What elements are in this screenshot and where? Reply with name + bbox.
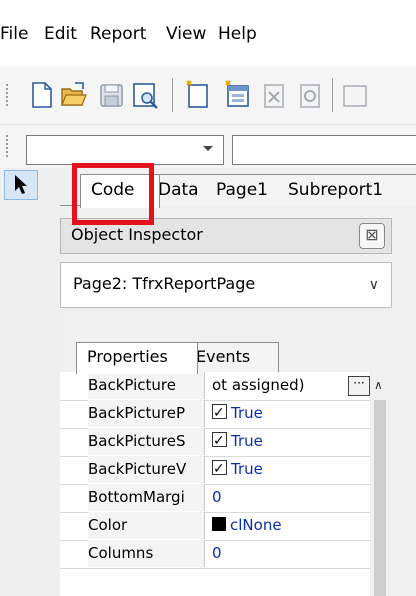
property-name: BackPicture — [88, 372, 205, 399]
scroll-up-icon[interactable]: ∧ — [374, 378, 383, 392]
tab-page1-label: Page1 — [216, 180, 268, 200]
object-inspector: Object Inspector ⊠ Page2: TfrxReportPage… — [60, 206, 416, 596]
color-swatch — [212, 516, 226, 531]
checkbox-checked-icon[interactable] — [212, 400, 227, 427]
open-folder-icon[interactable] — [58, 80, 88, 110]
close-icon[interactable]: ⊠ — [359, 223, 385, 249]
inspector-tabs: Properties Events — [60, 342, 390, 374]
style-combobox[interactable] — [26, 135, 224, 165]
toolbar-grip[interactable] — [6, 84, 11, 106]
tab-subreport1[interactable]: Subreport1 — [278, 174, 416, 207]
tab-subreport1-label: Subreport1 — [288, 180, 384, 200]
property-row[interactable]: BackPicture ot assigned) ··· — [60, 372, 370, 401]
tab-properties[interactable]: Properties — [76, 342, 198, 374]
page-settings-icon[interactable] — [294, 80, 324, 110]
property-name: BackPictureS — [88, 428, 205, 455]
tool-sidebar — [0, 168, 60, 596]
ellipsis-button[interactable]: ··· — [348, 376, 370, 396]
property-value: clNone — [230, 516, 282, 534]
menu-file[interactable]: File — [0, 22, 28, 46]
font-combobox[interactable] — [232, 135, 416, 165]
property-name: Color — [88, 512, 205, 539]
property-scrollbar[interactable]: ∧ — [370, 372, 390, 596]
property-value[interactable]: 0 — [212, 540, 370, 567]
property-row[interactable]: BackPictureV True — [60, 456, 370, 485]
property-value: True — [231, 432, 263, 450]
toolbar-grip[interactable] — [6, 135, 11, 157]
property-row[interactable]: BottomMargi 0 — [60, 484, 370, 513]
tab-page1[interactable]: Page1 — [206, 174, 289, 207]
inspector-title: Object Inspector — [71, 225, 203, 244]
tab-properties-label: Properties — [87, 347, 168, 366]
selected-object: Page2: TfrxReportPage — [73, 274, 256, 293]
chevron-down-icon — [203, 146, 213, 151]
property-row[interactable]: Color clNone — [60, 512, 370, 541]
code-tab-highlight — [72, 163, 154, 225]
menu-report[interactable]: Report — [90, 22, 146, 46]
chevron-down-icon[interactable]: ∨ — [369, 277, 379, 293]
checkbox-checked-icon[interactable] — [212, 428, 227, 455]
cursor-arrow-icon — [15, 175, 27, 194]
new-page-icon[interactable] — [26, 80, 56, 110]
property-row[interactable]: Columns 0 — [60, 540, 370, 569]
menu-view[interactable]: View — [166, 22, 206, 46]
property-row[interactable]: BackPictureP True — [60, 400, 370, 429]
property-value: True — [231, 460, 263, 478]
property-value-cell[interactable]: True — [212, 456, 370, 483]
tab-events[interactable]: Events — [186, 342, 279, 373]
property-name: Columns — [88, 540, 205, 567]
select-tool-button[interactable] — [4, 170, 38, 200]
tab-data-label: Data — [158, 180, 199, 200]
toolbar-separator — [172, 78, 173, 112]
menu-edit[interactable]: Edit — [44, 22, 77, 46]
property-name: BottomMargi — [88, 484, 205, 511]
scrollbar-thumb[interactable] — [374, 400, 386, 596]
new-dialog-icon[interactable] — [222, 80, 252, 110]
toolbar-separator — [332, 78, 333, 112]
property-value[interactable]: ot assigned) — [212, 372, 346, 399]
property-value-cell[interactable]: True — [212, 400, 370, 427]
tab-events-label: Events — [196, 347, 251, 366]
main-toolbar — [0, 66, 416, 124]
property-value[interactable]: 0 — [212, 484, 370, 511]
property-row[interactable]: BackPictureS True — [60, 428, 370, 457]
menu-help[interactable]: Help — [218, 22, 257, 46]
property-name: BackPictureP — [88, 400, 205, 427]
property-name: BackPictureV — [88, 456, 205, 483]
property-value-cell[interactable]: clNone — [212, 512, 370, 539]
property-grid: BackPicture ot assigned) ··· BackPicture… — [60, 372, 390, 596]
checkbox-checked-icon[interactable] — [212, 456, 227, 483]
menu-bar: File Edit Report View Help — [0, 0, 416, 66]
format-toolbar — [0, 124, 416, 168]
object-selector[interactable]: Page2: TfrxReportPage ∨ — [60, 262, 392, 308]
delete-page-icon[interactable] — [258, 80, 288, 110]
save-icon[interactable] — [96, 80, 126, 110]
toolbar-overflow-icon[interactable] — [340, 80, 370, 110]
property-value: True — [231, 404, 263, 422]
new-report-page-icon[interactable] — [182, 80, 212, 110]
property-value-cell[interactable]: True — [212, 428, 370, 455]
preview-icon[interactable] — [130, 80, 160, 110]
